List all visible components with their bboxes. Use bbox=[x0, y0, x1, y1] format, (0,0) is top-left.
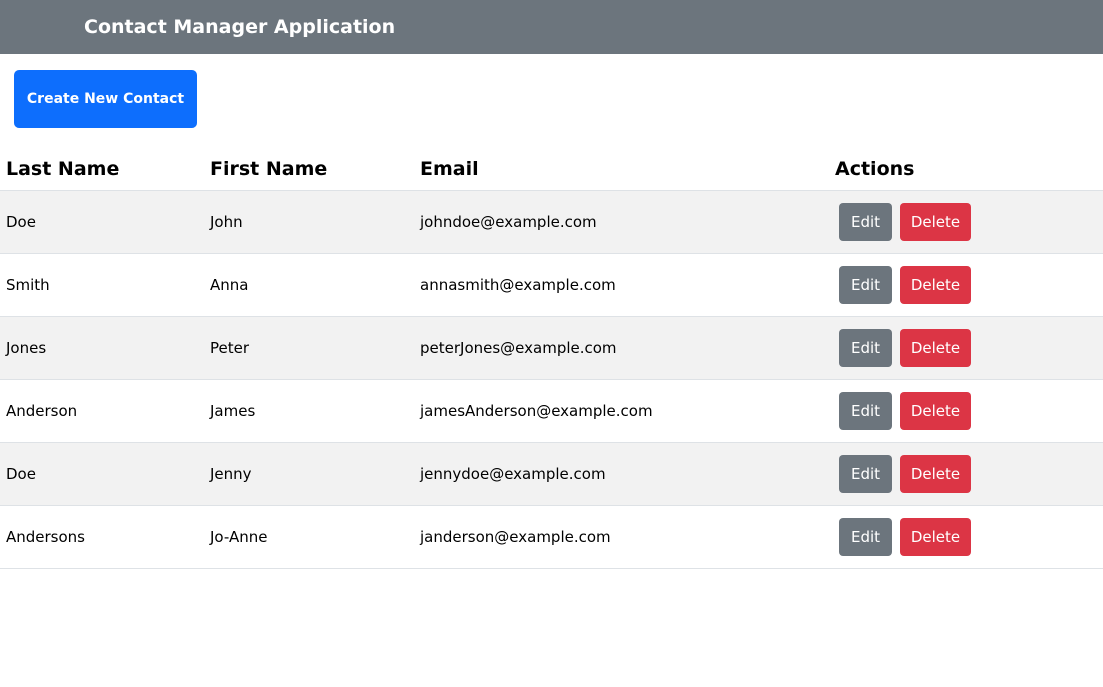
cell-last-name: Doe bbox=[0, 442, 204, 506]
delete-button[interactable]: Delete bbox=[900, 455, 971, 493]
cell-email: jamesAnderson@example.com bbox=[414, 379, 829, 443]
contacts-table: Last Name First Name Email Actions Doe J… bbox=[0, 148, 1103, 569]
cell-first-name: John bbox=[204, 190, 414, 254]
cell-email: annasmith@example.com bbox=[414, 253, 829, 317]
table-header-row: Last Name First Name Email Actions bbox=[0, 148, 1103, 191]
column-header-first-name: First Name bbox=[204, 148, 414, 191]
row-actions: Edit Delete bbox=[835, 455, 1103, 493]
app-header: Contact Manager Application bbox=[0, 0, 1103, 54]
cell-last-name: Smith bbox=[0, 253, 204, 317]
cell-email: peterJones@example.com bbox=[414, 316, 829, 380]
table-row: Andersons Jo-Anne janderson@example.com … bbox=[0, 505, 1103, 569]
row-actions: Edit Delete bbox=[835, 392, 1103, 430]
column-header-actions: Actions bbox=[829, 148, 1103, 191]
cell-actions: Edit Delete bbox=[829, 379, 1103, 443]
edit-button[interactable]: Edit bbox=[839, 203, 892, 241]
edit-button[interactable]: Edit bbox=[839, 392, 892, 430]
delete-button[interactable]: Delete bbox=[900, 392, 971, 430]
cell-last-name: Anderson bbox=[0, 379, 204, 443]
cell-first-name: Jenny bbox=[204, 442, 414, 506]
cell-first-name: Anna bbox=[204, 253, 414, 317]
cell-first-name: Peter bbox=[204, 316, 414, 380]
cell-actions: Edit Delete bbox=[829, 442, 1103, 506]
cell-first-name: Jo-Anne bbox=[204, 505, 414, 569]
edit-button[interactable]: Edit bbox=[839, 329, 892, 367]
cell-actions: Edit Delete bbox=[829, 190, 1103, 254]
cell-actions: Edit Delete bbox=[829, 253, 1103, 317]
column-header-last-name: Last Name bbox=[0, 148, 204, 191]
cell-email: janderson@example.com bbox=[414, 505, 829, 569]
cell-email: jennydoe@example.com bbox=[414, 442, 829, 506]
app-title: Contact Manager Application bbox=[84, 16, 396, 38]
row-actions: Edit Delete bbox=[835, 329, 1103, 367]
delete-button[interactable]: Delete bbox=[900, 203, 971, 241]
table-row: Smith Anna annasmith@example.com Edit De… bbox=[0, 253, 1103, 317]
row-actions: Edit Delete bbox=[835, 518, 1103, 556]
delete-button[interactable]: Delete bbox=[900, 266, 971, 304]
delete-button[interactable]: Delete bbox=[900, 518, 971, 556]
table-row: Doe Jenny jennydoe@example.com Edit Dele… bbox=[0, 442, 1103, 506]
delete-button[interactable]: Delete bbox=[900, 329, 971, 367]
table-row: Jones Peter peterJones@example.com Edit … bbox=[0, 316, 1103, 380]
cell-actions: Edit Delete bbox=[829, 316, 1103, 380]
cell-last-name: Doe bbox=[0, 190, 204, 254]
cell-first-name: James bbox=[204, 379, 414, 443]
table-row: Doe John johndoe@example.com Edit Delete bbox=[0, 190, 1103, 254]
cell-last-name: Andersons bbox=[0, 505, 204, 569]
cell-last-name: Jones bbox=[0, 316, 204, 380]
column-header-email: Email bbox=[414, 148, 829, 191]
edit-button[interactable]: Edit bbox=[839, 266, 892, 304]
create-new-contact-button[interactable]: Create New Contact bbox=[14, 70, 197, 128]
row-actions: Edit Delete bbox=[835, 203, 1103, 241]
edit-button[interactable]: Edit bbox=[839, 518, 892, 556]
edit-button[interactable]: Edit bbox=[839, 455, 892, 493]
cell-actions: Edit Delete bbox=[829, 505, 1103, 569]
table-row: Anderson James jamesAnderson@example.com… bbox=[0, 379, 1103, 443]
cell-email: johndoe@example.com bbox=[414, 190, 829, 254]
row-actions: Edit Delete bbox=[835, 266, 1103, 304]
